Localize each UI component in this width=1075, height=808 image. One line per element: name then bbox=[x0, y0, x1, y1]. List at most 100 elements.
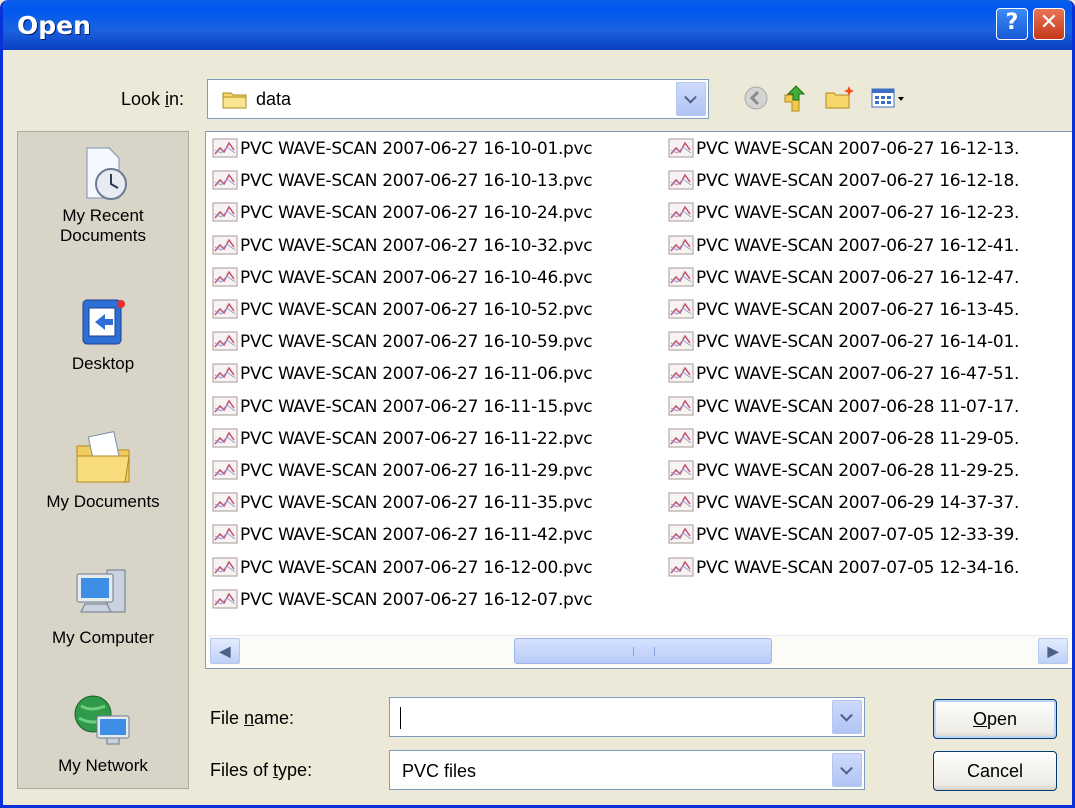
places-bar: My Recent Documents Desktop My Documents bbox=[17, 131, 189, 789]
file-item[interactable]: PVC WAVE-SCAN 2007-06-27 16-10-13.pvc bbox=[212, 170, 593, 196]
pvc-file-icon bbox=[212, 299, 238, 319]
scroll-thumb[interactable] bbox=[514, 638, 772, 664]
my-computer-icon bbox=[76, 569, 126, 613]
file-name-input[interactable] bbox=[389, 697, 865, 737]
horizontal-scrollbar[interactable]: ◀ ▶ bbox=[208, 635, 1070, 666]
file-item-label: PVC WAVE-SCAN 2007-06-27 16-11-29.pvc bbox=[240, 461, 593, 481]
file-type-dropdown[interactable]: PVC files bbox=[389, 750, 865, 790]
file-item[interactable]: PVC WAVE-SCAN 2007-06-27 16-13-45. bbox=[668, 299, 1019, 325]
pvc-file-icon bbox=[668, 428, 694, 448]
file-item[interactable]: PVC WAVE-SCAN 2007-06-27 16-47-51. bbox=[668, 363, 1019, 389]
help-button[interactable]: ? bbox=[996, 8, 1028, 40]
pvc-file-icon bbox=[212, 428, 238, 448]
look-in-dropdown[interactable]: data bbox=[207, 79, 709, 119]
my-documents-icon bbox=[76, 431, 130, 483]
new-folder-icon[interactable] bbox=[823, 83, 857, 113]
view-menu-icon[interactable] bbox=[869, 83, 907, 113]
desktop-icon bbox=[82, 299, 125, 345]
pvc-file-icon bbox=[668, 460, 694, 480]
file-item[interactable]: PVC WAVE-SCAN 2007-06-27 16-11-29.pvc bbox=[212, 460, 593, 486]
place-my-network[interactable]: My Network bbox=[18, 690, 188, 776]
pvc-file-icon bbox=[212, 460, 238, 480]
pvc-file-icon bbox=[212, 235, 238, 255]
file-item[interactable]: PVC WAVE-SCAN 2007-06-27 16-14-01. bbox=[668, 331, 1019, 357]
file-item[interactable]: PVC WAVE-SCAN 2007-07-05 12-34-16. bbox=[668, 557, 1019, 583]
file-item[interactable]: PVC WAVE-SCAN 2007-06-27 16-11-42.pvc bbox=[212, 524, 593, 550]
place-my-recent-documents[interactable]: My Recent Documents bbox=[18, 144, 188, 246]
file-item[interactable]: PVC WAVE-SCAN 2007-06-27 16-12-23. bbox=[668, 202, 1019, 228]
file-item-label: PVC WAVE-SCAN 2007-07-05 12-33-39. bbox=[696, 525, 1020, 546]
file-item[interactable]: PVC WAVE-SCAN 2007-06-27 16-11-15.pvc bbox=[212, 396, 593, 422]
place-my-computer[interactable]: My Computer bbox=[18, 560, 188, 648]
file-name-dropdown-arrow[interactable] bbox=[832, 700, 862, 734]
file-item[interactable]: PVC WAVE-SCAN 2007-06-27 16-12-07.pvc bbox=[212, 589, 593, 615]
file-item-label: PVC WAVE-SCAN 2007-06-27 16-12-18. bbox=[696, 171, 1020, 192]
pvc-file-icon bbox=[668, 363, 694, 383]
file-list[interactable]: PVC WAVE-SCAN 2007-06-27 16-10-01.pvc PVC… bbox=[205, 131, 1072, 669]
file-item-label: PVC WAVE-SCAN 2007-06-27 16-10-01.pvc bbox=[240, 139, 593, 159]
pvc-file-icon bbox=[212, 396, 238, 416]
place-desktop[interactable]: Desktop bbox=[18, 292, 188, 374]
file-item-label: PVC WAVE-SCAN 2007-06-27 16-47-51. bbox=[696, 364, 1020, 385]
scroll-right-button[interactable]: ▶ bbox=[1038, 638, 1068, 664]
file-item[interactable]: PVC WAVE-SCAN 2007-06-29 14-37-37. bbox=[668, 492, 1019, 518]
cancel-button[interactable]: Cancel bbox=[933, 751, 1057, 791]
file-item[interactable]: PVC WAVE-SCAN 2007-06-27 16-10-01.pvc bbox=[212, 138, 593, 164]
file-item[interactable]: PVC WAVE-SCAN 2007-06-27 16-12-41. bbox=[668, 235, 1019, 261]
file-item[interactable]: PVC WAVE-SCAN 2007-06-27 16-10-46.pvc bbox=[212, 267, 593, 293]
file-item[interactable]: PVC WAVE-SCAN 2007-06-27 16-10-59.pvc bbox=[212, 331, 593, 357]
file-item[interactable]: PVC WAVE-SCAN 2007-06-28 11-07-17. bbox=[668, 396, 1019, 422]
pvc-file-icon bbox=[668, 202, 694, 222]
file-item[interactable]: PVC WAVE-SCAN 2007-06-27 16-11-35.pvc bbox=[212, 492, 593, 518]
look-in-dropdown-arrow[interactable] bbox=[676, 82, 706, 116]
pvc-file-icon bbox=[212, 202, 238, 222]
pvc-file-icon bbox=[668, 267, 694, 287]
file-item-label: PVC WAVE-SCAN 2007-06-27 16-10-46.pvc bbox=[240, 267, 593, 288]
file-item-label: PVC WAVE-SCAN 2007-06-27 16-11-35.pvc bbox=[240, 493, 593, 514]
file-item-label: PVC WAVE-SCAN 2007-06-27 16-11-15.pvc bbox=[240, 396, 593, 417]
file-item[interactable]: PVC WAVE-SCAN 2007-06-27 16-10-52.pvc bbox=[212, 299, 593, 325]
pvc-file-icon bbox=[212, 331, 238, 351]
file-item[interactable]: PVC WAVE-SCAN 2007-06-27 16-10-32.pvc bbox=[212, 235, 593, 261]
dialog-title: Open bbox=[17, 11, 91, 40]
place-my-documents[interactable]: My Documents bbox=[18, 424, 188, 512]
file-item-label: PVC WAVE-SCAN 2007-06-27 16-12-13. bbox=[696, 139, 1020, 159]
file-item[interactable]: PVC WAVE-SCAN 2007-06-28 11-29-25. bbox=[668, 460, 1019, 486]
file-item-label: PVC WAVE-SCAN 2007-06-27 16-10-52.pvc bbox=[240, 300, 593, 320]
open-button[interactable]: Open bbox=[933, 699, 1057, 739]
file-item-label: PVC WAVE-SCAN 2007-06-27 16-10-13.pvc bbox=[240, 171, 593, 192]
back-icon[interactable] bbox=[741, 83, 771, 113]
file-item[interactable]: PVC WAVE-SCAN 2007-06-27 16-11-22.pvc bbox=[212, 428, 593, 454]
pvc-file-icon bbox=[668, 299, 694, 319]
pvc-file-icon bbox=[668, 331, 694, 351]
file-item[interactable]: PVC WAVE-SCAN 2007-06-27 16-11-06.pvc bbox=[212, 363, 593, 389]
file-item[interactable]: PVC WAVE-SCAN 2007-06-27 16-12-13. bbox=[668, 138, 1019, 164]
scroll-left-button[interactable]: ◀ bbox=[210, 638, 240, 664]
file-item-label: PVC WAVE-SCAN 2007-06-27 16-12-47. bbox=[696, 267, 1020, 288]
up-one-level-icon[interactable] bbox=[779, 83, 809, 113]
pvc-file-icon bbox=[212, 557, 238, 577]
file-type-dropdown-arrow[interactable] bbox=[832, 753, 862, 787]
pvc-file-icon bbox=[668, 492, 694, 512]
place-label: My Recent Documents bbox=[60, 206, 146, 245]
file-item[interactable]: PVC WAVE-SCAN 2007-06-27 16-10-24.pvc bbox=[212, 202, 593, 228]
file-item[interactable]: PVC WAVE-SCAN 2007-07-05 12-33-39. bbox=[668, 524, 1019, 550]
pvc-file-icon bbox=[212, 267, 238, 287]
file-item[interactable]: PVC WAVE-SCAN 2007-06-28 11-29-05. bbox=[668, 428, 1019, 454]
file-item[interactable]: PVC WAVE-SCAN 2007-06-27 16-12-00.pvc bbox=[212, 557, 593, 583]
look-in-value: data bbox=[256, 89, 292, 109]
file-item[interactable]: PVC WAVE-SCAN 2007-06-27 16-12-18. bbox=[668, 170, 1019, 196]
file-item[interactable]: PVC WAVE-SCAN 2007-06-27 16-12-47. bbox=[668, 267, 1019, 293]
file-name-label: File name: bbox=[210, 708, 295, 728]
pvc-file-icon bbox=[668, 235, 694, 255]
file-item-label: PVC WAVE-SCAN 2007-06-27 16-14-01. bbox=[696, 332, 1020, 353]
pvc-file-icon bbox=[212, 492, 238, 512]
place-label: My Documents bbox=[46, 492, 160, 511]
close-button[interactable]: ✕ bbox=[1033, 8, 1065, 40]
title-bar[interactable]: Open ? ✕ bbox=[3, 0, 1072, 50]
file-item-label: PVC WAVE-SCAN 2007-06-27 16-12-00.pvc bbox=[240, 557, 593, 578]
file-type-value: PVC files bbox=[402, 761, 477, 781]
file-item-label: PVC WAVE-SCAN 2007-06-27 16-12-41. bbox=[696, 235, 1020, 256]
file-item-label: PVC WAVE-SCAN 2007-07-05 12-34-16. bbox=[696, 557, 1020, 578]
folder-icon bbox=[222, 92, 247, 109]
